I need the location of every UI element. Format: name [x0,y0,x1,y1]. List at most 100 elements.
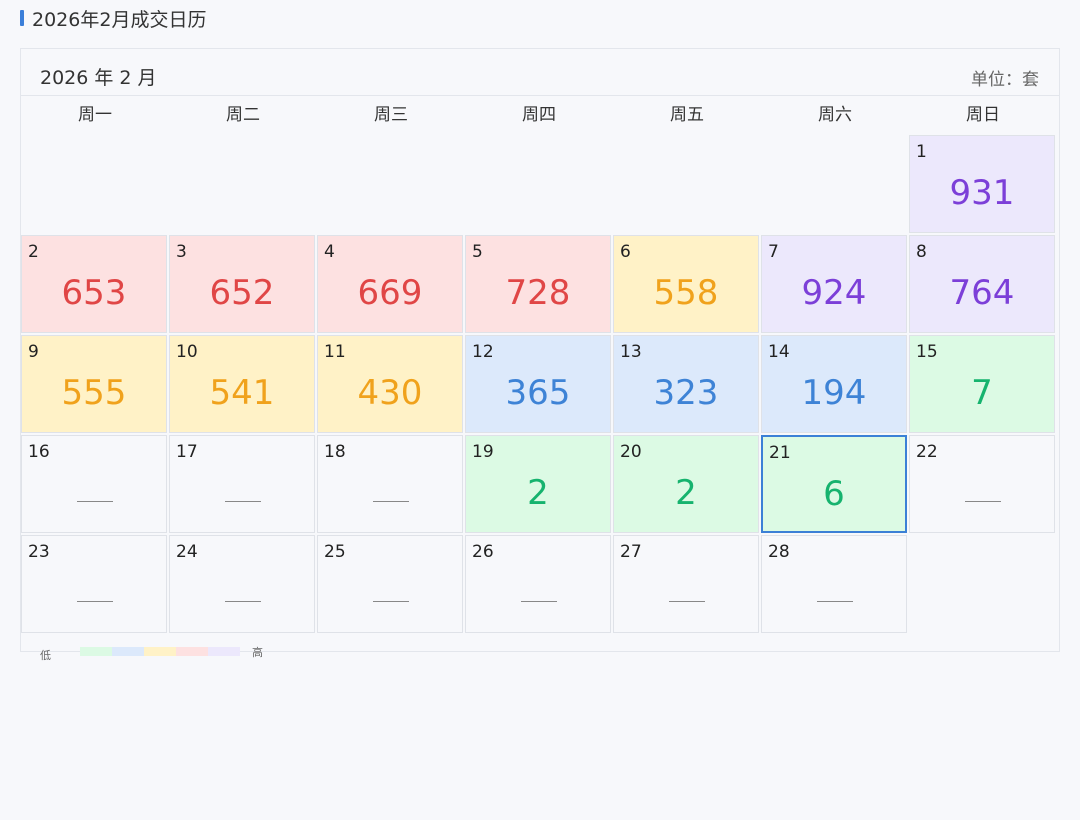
day-number: 19 [472,442,494,462]
day-cell-7[interactable]: 7 924 [761,235,907,333]
weekday-sat: 周六 [818,105,852,125]
day-number: 9 [28,342,39,362]
day-cell-8[interactable]: 8 764 [909,235,1055,333]
weekday-mon: 周一 [78,105,112,125]
day-cell-22[interactable]: 22 [909,435,1055,533]
day-number: 6 [620,242,631,262]
day-cell-1[interactable]: 1 931 [909,135,1055,233]
legend-swatch-blue [112,647,144,656]
weekday-fri: 周五 [670,105,704,125]
calendar-header: 2026 年 2 月 单位：套 [21,49,1059,96]
day-number: 5 [472,242,483,262]
day-cell-4[interactable]: 4 669 [317,235,463,333]
weekday-header-row: 周一 周二 周三 周四 周五 周六 周日 [21,96,1059,134]
deal-count: 558 [653,273,719,313]
deal-count: 728 [505,273,571,313]
title-accent-bar [20,10,24,26]
no-data-dash [373,601,409,602]
no-data-dash [521,601,557,602]
day-cell-23[interactable]: 23 [21,535,167,633]
day-cell-10[interactable]: 10 541 [169,335,315,433]
day-number: 12 [472,342,494,362]
deal-count: 365 [505,373,571,413]
day-number: 15 [916,342,938,362]
day-cell-3[interactable]: 3 652 [169,235,315,333]
legend-swatch-green [80,647,112,656]
day-cell-18[interactable]: 18 [317,435,463,533]
day-cell-26[interactable]: 26 [465,535,611,633]
day-cell-25[interactable]: 25 [317,535,463,633]
day-cell-11[interactable]: 11 430 [317,335,463,433]
day-cell-2[interactable]: 2 653 [21,235,167,333]
no-data-dash [669,601,705,602]
no-data-dash [965,501,1001,502]
day-number: 14 [768,342,790,362]
day-cell-27[interactable]: 27 [613,535,759,633]
day-number: 25 [324,542,346,562]
legend-swatch-red [176,647,208,656]
no-data-dash [373,501,409,502]
day-number: 20 [620,442,642,462]
day-number: 4 [324,242,335,262]
day-cell-17[interactable]: 17 [169,435,315,533]
day-number: 3 [176,242,187,262]
day-cell-6[interactable]: 6 558 [613,235,759,333]
day-cell-15[interactable]: 15 7 [909,335,1055,433]
day-number: 7 [768,242,779,262]
day-number: 17 [176,442,198,462]
unit-label: 单位：套 [971,70,1039,90]
no-data-dash [225,601,261,602]
day-number: 22 [916,442,938,462]
day-number: 1 [916,142,927,162]
legend-swatches [80,647,240,656]
day-cell-24[interactable]: 24 [169,535,315,633]
deal-count: 931 [949,173,1015,213]
day-number: 18 [324,442,346,462]
legend-low-label: 低 [40,649,51,662]
deal-count: 2 [675,473,697,513]
no-data-dash [817,601,853,602]
deal-count: 555 [61,373,127,413]
day-cell-16[interactable]: 16 [21,435,167,533]
day-cell-20[interactable]: 20 2 [613,435,759,533]
deal-count: 430 [357,373,423,413]
day-cell-28[interactable]: 28 [761,535,907,633]
day-cell-9[interactable]: 9 555 [21,335,167,433]
deal-count: 7 [971,373,993,413]
month-label: 2026 年 2 月 [40,67,157,89]
day-number: 10 [176,342,198,362]
day-cell-21[interactable]: 21 6 [761,435,907,533]
day-number: 24 [176,542,198,562]
calendar-card: 2026 年 2 月 单位：套 周一 周二 周三 周四 周五 周六 周日 1 93… [20,48,1060,652]
deal-count: 541 [209,373,275,413]
deal-count: 924 [801,273,867,313]
legend-high-label: 高 [252,646,263,659]
weekday-thu: 周四 [522,105,556,125]
day-number: 27 [620,542,642,562]
no-data-dash [77,601,113,602]
day-number: 16 [28,442,50,462]
section-title-text: 2026年2月成交日历 [32,8,207,31]
deal-count: 2 [527,473,549,513]
day-number: 13 [620,342,642,362]
day-number: 2 [28,242,39,262]
deal-count: 764 [949,273,1015,313]
day-cell-12[interactable]: 12 365 [465,335,611,433]
no-data-dash [225,501,261,502]
deal-count: 653 [61,273,127,313]
deal-count: 194 [801,373,867,413]
weekday-sun: 周日 [966,105,1000,125]
deal-count: 323 [653,373,719,413]
deal-count: 652 [209,273,275,313]
deal-count: 6 [823,474,845,514]
day-number: 11 [324,342,346,362]
day-number: 21 [769,443,791,463]
day-cell-13[interactable]: 13 323 [613,335,759,433]
day-number: 28 [768,542,790,562]
legend-swatch-yellow [144,647,176,656]
day-cell-5[interactable]: 5 728 [465,235,611,333]
day-cell-14[interactable]: 14 194 [761,335,907,433]
day-cell-19[interactable]: 19 2 [465,435,611,533]
day-number: 26 [472,542,494,562]
legend-swatch-purple [208,647,240,656]
